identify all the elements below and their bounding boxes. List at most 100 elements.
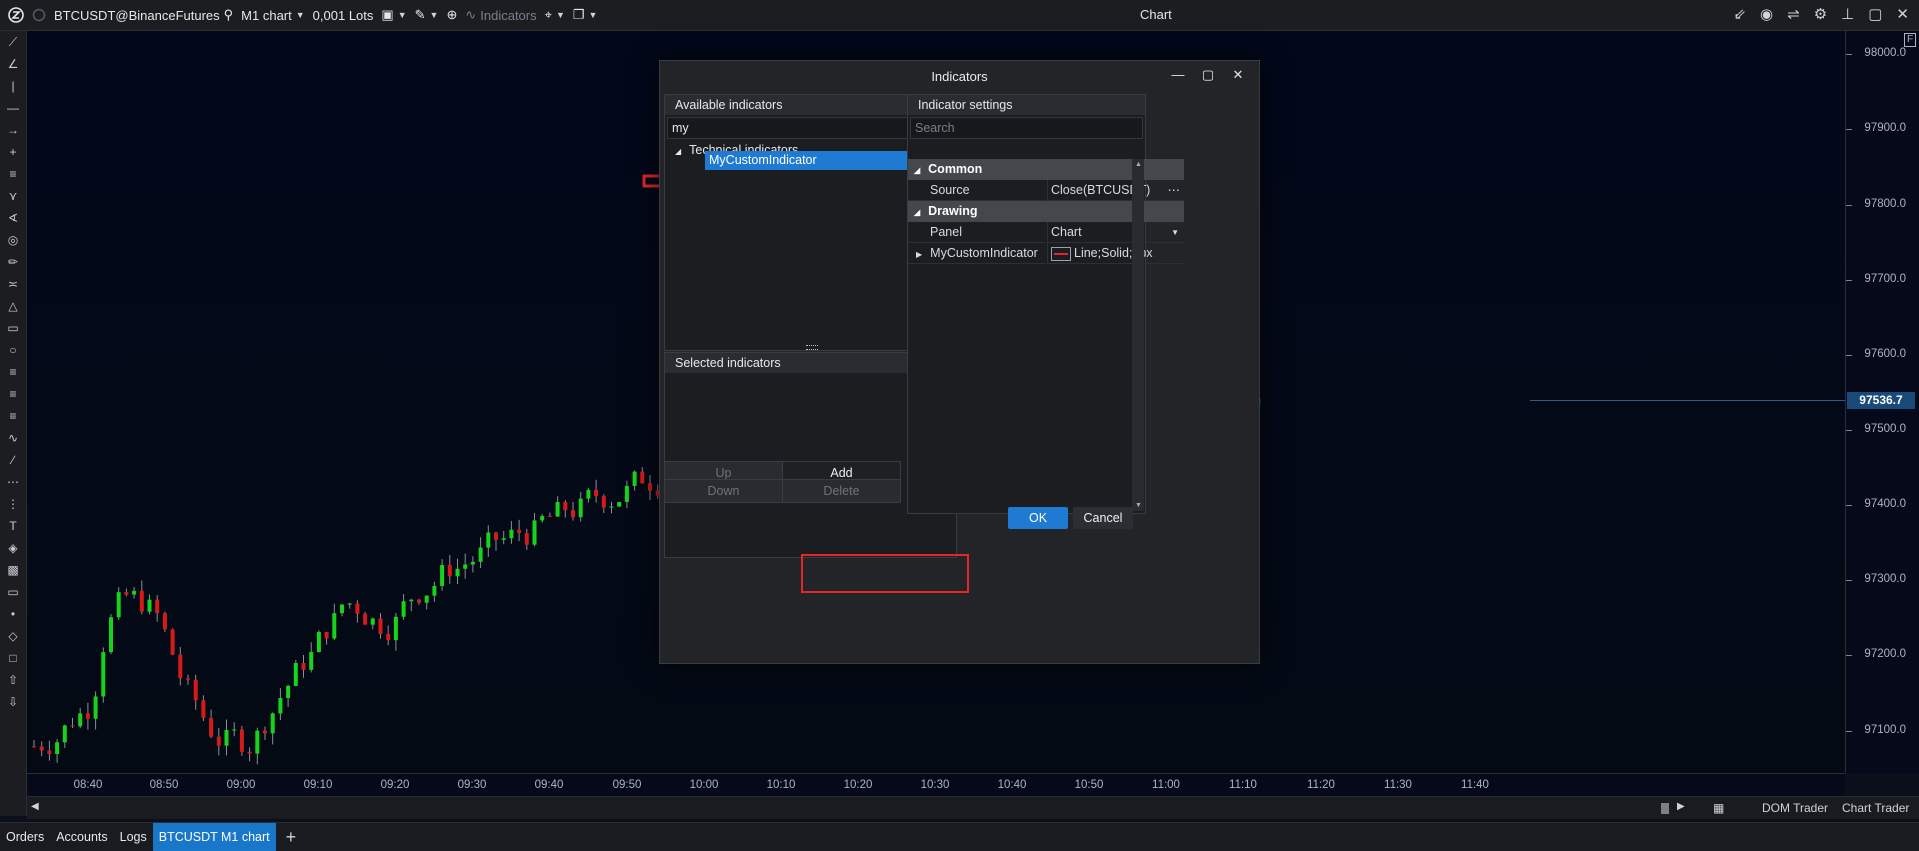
arrow-tool-icon[interactable]: → bbox=[0, 119, 26, 141]
fan-tool-icon[interactable]: ∢ bbox=[0, 207, 26, 229]
settings-search-input[interactable]: Search bbox=[910, 117, 1143, 139]
tab-accounts[interactable]: Accounts bbox=[50, 823, 113, 851]
pin-icon[interactable]: ⊥ bbox=[1841, 5, 1854, 23]
cross-tool-icon[interactable]: + bbox=[0, 141, 26, 163]
candle-body bbox=[563, 502, 568, 511]
dotted-line-icon[interactable]: ⋯ bbox=[0, 471, 26, 493]
lots-field[interactable]: 0,001 Lots bbox=[313, 8, 374, 23]
diamond-icon[interactable]: ◇ bbox=[0, 625, 26, 647]
fibonacci-icon[interactable]: ≍ bbox=[0, 273, 26, 295]
rectangle-icon[interactable]: ▭ bbox=[0, 317, 26, 339]
circle-icon[interactable]: ○ bbox=[0, 339, 26, 361]
bars-left-icon[interactable]: ≡ bbox=[0, 361, 26, 383]
link-icon[interactable]: ⇌ bbox=[1787, 5, 1800, 23]
crosshair-button[interactable]: ⌖ ▼ bbox=[545, 7, 565, 23]
candle-body bbox=[32, 746, 36, 748]
callout-icon[interactable]: ▩ bbox=[0, 559, 26, 581]
tab-logs[interactable]: Logs bbox=[114, 823, 153, 851]
drawing-tools-dropdown[interactable]: ✎ ▼ bbox=[415, 7, 439, 23]
scroll-left-icon[interactable]: ◀ bbox=[31, 801, 39, 812]
ok-button[interactable]: OK bbox=[1008, 507, 1068, 529]
horizontal-line-icon[interactable]: — bbox=[0, 97, 26, 119]
settings-scrollbar[interactable]: ▲ ▼ bbox=[1132, 159, 1144, 511]
panel-dropdown[interactable]: Chart ▼ bbox=[1047, 222, 1184, 243]
close-icon[interactable]: ✕ bbox=[1226, 67, 1250, 87]
camera-icon[interactable]: ◉ bbox=[1760, 5, 1773, 23]
angle-tool-icon[interactable]: ∠ bbox=[0, 53, 26, 75]
vertical-line-icon[interactable]: | bbox=[0, 75, 26, 97]
scroll-thumb[interactable] bbox=[1661, 803, 1669, 814]
delete-button[interactable]: Delete bbox=[782, 479, 901, 503]
line-color-swatch[interactable] bbox=[1051, 246, 1071, 261]
chart-settings-dropdown[interactable]: ▣ ▼ bbox=[381, 7, 406, 23]
time-label: 11:40 bbox=[1461, 779, 1489, 791]
scroll-up-icon[interactable]: ▲ bbox=[1135, 161, 1142, 168]
price-label: 97400.0 bbox=[1864, 498, 1906, 510]
panel-label: Panel bbox=[908, 222, 1046, 243]
channel-tool-icon[interactable]: ≡ bbox=[0, 163, 26, 185]
pitchfork-icon[interactable]: ⋎ bbox=[0, 185, 26, 207]
maximize-icon[interactable]: ▢ bbox=[1196, 67, 1220, 87]
chevron-down-icon: ▼ bbox=[397, 10, 407, 20]
close-icon[interactable]: ✕ bbox=[1896, 5, 1909, 23]
maximize-icon[interactable]: ▢ bbox=[1868, 5, 1882, 23]
dot-icon[interactable]: • bbox=[0, 603, 26, 625]
chart-trader-button[interactable]: Chart Trader bbox=[1842, 801, 1909, 815]
candle-body bbox=[293, 663, 298, 686]
symbol-selector[interactable]: BTCUSDT@BinanceFutures ⚲ bbox=[54, 7, 233, 23]
link-circle-icon[interactable] bbox=[32, 8, 46, 22]
down-button[interactable]: Down bbox=[664, 479, 783, 503]
candle-body bbox=[255, 730, 260, 754]
square-icon[interactable]: □ bbox=[0, 647, 26, 669]
candle-body bbox=[648, 483, 652, 491]
candle-body bbox=[78, 713, 83, 727]
expand-right-icon[interactable]: ▶ bbox=[916, 250, 922, 259]
cancel-button[interactable]: Cancel bbox=[1073, 507, 1133, 529]
time-label: 09:00 bbox=[226, 779, 256, 791]
tab-orders[interactable]: Orders bbox=[0, 823, 50, 851]
dom-trader-button[interactable]: DOM Trader bbox=[1762, 801, 1828, 815]
levels-icon[interactable]: ≡ bbox=[0, 405, 26, 427]
drawing-toolbar: ⟋ ∠ | — → + ≡ ⋎ ∢ ◎ ✏ ≍ △ ▭ ○ ≡ ≡ ≡ ∿ ∕ … bbox=[0, 31, 27, 816]
tag-icon[interactable]: ◈ bbox=[0, 537, 26, 559]
time-label: 10:20 bbox=[843, 779, 873, 791]
arrow-down-icon[interactable]: ⇩ bbox=[0, 691, 26, 713]
scroll-down-icon[interactable]: ▼ bbox=[1135, 502, 1142, 509]
indicators-button[interactable]: ∿ Indicators bbox=[465, 7, 536, 23]
candle-body bbox=[270, 713, 275, 734]
line-style-value[interactable]: Line;Solid;1px bbox=[1047, 243, 1184, 264]
time-axis[interactable]: 08:40 08:50 09:00 09:10 09:20 09:30 09:4… bbox=[27, 773, 1845, 796]
line-tool-icon[interactable]: ⟋ bbox=[0, 31, 26, 53]
label-icon[interactable]: ▭ bbox=[0, 581, 26, 603]
search-icon: ⚲ bbox=[223, 7, 234, 22]
layout-dropdown[interactable]: ❐ ▼ bbox=[573, 7, 598, 23]
dotted-vertical-icon[interactable]: ⋮ bbox=[0, 493, 26, 515]
minimize-icon[interactable]: — bbox=[1166, 67, 1190, 87]
zoom-button[interactable]: ⊕ bbox=[446, 7, 457, 23]
ruler-icon[interactable]: ✏ bbox=[0, 251, 26, 273]
f-icon[interactable]: F bbox=[1904, 33, 1916, 47]
candle-body bbox=[178, 654, 183, 679]
text-tool-icon[interactable]: T bbox=[0, 515, 26, 537]
add-tab-icon[interactable]: + bbox=[276, 827, 307, 848]
chart-type-dropdown[interactable]: M1 chart ▼ bbox=[241, 8, 305, 23]
more-icon[interactable]: ⋯ bbox=[1168, 180, 1181, 201]
candle-body bbox=[109, 617, 113, 653]
tab-chart[interactable]: BTCUSDT M1 chart bbox=[152, 823, 276, 851]
source-value[interactable]: Close(BTCUSDT) ⋯ bbox=[1047, 180, 1184, 201]
splitter-handle[interactable] bbox=[806, 345, 818, 350]
regression-icon[interactable]: ∕ bbox=[0, 449, 26, 471]
wave-icon[interactable]: ∿ bbox=[0, 427, 26, 449]
target-icon[interactable]: ◎ bbox=[0, 229, 26, 251]
candle-body bbox=[640, 471, 645, 484]
expand-triangle-icon[interactable]: ◢ bbox=[675, 147, 681, 156]
bars-right-icon[interactable]: ≡ bbox=[0, 383, 26, 405]
arrow-up-icon[interactable]: ⇧ bbox=[0, 669, 26, 691]
collapse-icon[interactable]: ⇙ bbox=[1733, 5, 1746, 23]
scroll-right-icon[interactable]: ▶ bbox=[1677, 801, 1685, 812]
candle-body bbox=[624, 485, 629, 503]
calendar-icon[interactable]: ▦ bbox=[1713, 801, 1724, 815]
gear-icon[interactable]: ⚙ bbox=[1814, 5, 1827, 23]
search-value: my bbox=[672, 121, 689, 135]
triangle-icon[interactable]: △ bbox=[0, 295, 26, 317]
